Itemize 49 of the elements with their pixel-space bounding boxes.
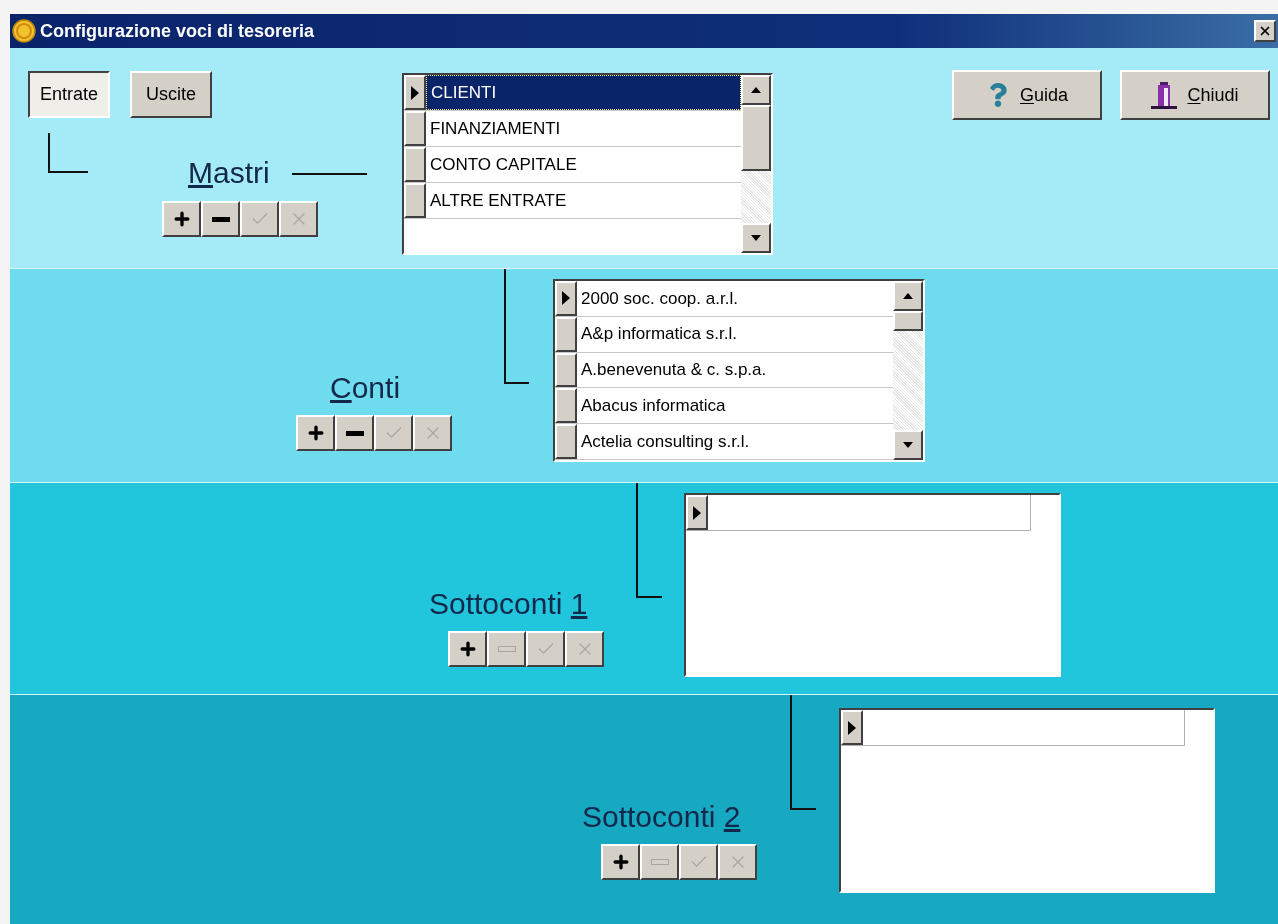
up-arrow-icon (903, 293, 913, 299)
grid-row[interactable]: 2000 soc. coop. a.r.l. (577, 281, 893, 316)
door-icon (1151, 80, 1178, 110)
window-title: Configurazione voci di tesoreria (40, 19, 315, 43)
scrollbar[interactable] (893, 281, 923, 460)
scroll-up-button[interactable] (893, 281, 923, 311)
pointer-icon (847, 719, 857, 736)
tool-button[interactable] (335, 415, 374, 451)
mode-button[interactable]: Entrate (28, 71, 110, 118)
up-arrow-icon (751, 87, 761, 93)
scrollbar[interactable] (741, 75, 771, 253)
close-window-button[interactable]: Chiudi (1120, 70, 1270, 120)
level-label: Sottoconti 1 (429, 587, 588, 620)
grid-row[interactable]: ALTRE ENTRATE (426, 183, 741, 218)
coin-icon (12, 19, 36, 43)
minus-icon (345, 430, 364, 436)
tool-button[interactable] (296, 415, 335, 451)
grid-row[interactable]: A.benevenuta & c. s.p.a. (577, 352, 893, 388)
tool-button[interactable] (162, 201, 201, 237)
grid-row[interactable]: FINANZIAMENTI (426, 111, 741, 146)
level-label: Sottoconti 2 (582, 800, 741, 833)
pointer-icon (692, 504, 702, 521)
scroll-down-button[interactable] (741, 223, 771, 253)
scroll-down-button[interactable] (893, 430, 923, 460)
minus-icon (650, 859, 669, 865)
down-arrow-icon (751, 235, 761, 241)
level-label: Mastri (188, 156, 270, 189)
scroll-thumb[interactable] (741, 105, 771, 171)
tool-button[interactable] (448, 631, 487, 667)
tool-button[interactable] (601, 844, 640, 880)
grid-row[interactable]: Actelia consulting s.r.l. (577, 424, 893, 459)
down-arrow-icon (903, 442, 913, 448)
minus-icon (211, 216, 230, 222)
level-label: Conti (330, 371, 401, 404)
minus-icon (497, 646, 516, 652)
close-button[interactable] (1254, 20, 1276, 42)
mode-button[interactable]: Uscite (130, 71, 212, 118)
pointer-icon (410, 84, 420, 101)
scroll-up-button[interactable] (741, 75, 771, 105)
close-icon (1258, 24, 1272, 38)
pointer-icon (561, 290, 571, 307)
help-button[interactable]: Guida (952, 70, 1102, 120)
grid-row[interactable]: CLIENTI (426, 75, 741, 110)
tool-button[interactable] (201, 201, 240, 237)
grid-row[interactable]: CONTO CAPITALE (426, 147, 741, 182)
scroll-thumb[interactable] (893, 311, 923, 331)
grid-row[interactable]: Abacus informatica (577, 388, 893, 424)
connector-line (48, 133, 88, 173)
grid-row[interactable]: A&p informatica s.r.l. (577, 316, 893, 352)
